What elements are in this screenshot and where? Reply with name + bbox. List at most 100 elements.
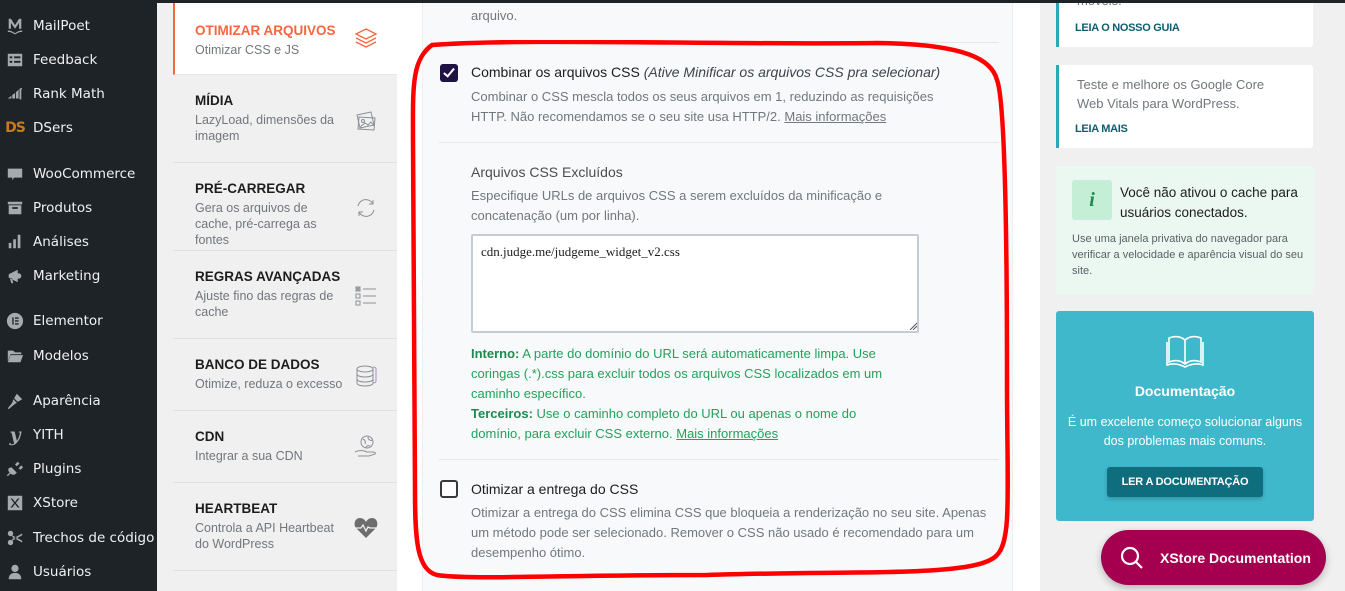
css-settings-panel: arquivo. Combinar os arquivos CSS (Ative… [422, 0, 1013, 591]
folder-icon [5, 346, 25, 366]
settings-nav: OTIMIZAR ARQUIVOS Otimizar CSS e JS MÍDI… [157, 0, 397, 591]
nav-item-cdn[interactable]: CDN Integrar a sua CDN [173, 411, 397, 483]
nav-item-regras-avancadas[interactable]: REGRAS AVANÇADAS Ajuste fino das regras … [173, 251, 397, 339]
nav-title: PRÉ-CARREGAR [195, 181, 306, 196]
notice-title: Você não ativou o cache para usuários co… [1120, 185, 1298, 220]
menu-label: Usuários [33, 564, 92, 580]
core-web-vitals-text: Teste e melhore os Google Core Web Vital… [1077, 77, 1265, 111]
brush-icon [5, 391, 25, 411]
products-icon [5, 198, 25, 218]
menu-label: Aparência [33, 393, 101, 409]
nav-subtitle: LazyLoad, dimensões da imagem [195, 113, 334, 143]
menu-label: MailPoet [33, 18, 90, 34]
nav-subtitle: Otimizar CSS e JS [195, 43, 300, 57]
guide-card: móveis. LEIA O NOSSO GUIA [1056, 0, 1313, 47]
excluded-css-textarea[interactable]: cdn.judge.me/judgeme_widget_v2.css [471, 234, 919, 333]
optimize-css-delivery-label[interactable]: Otimizar a entrega do CSS [471, 481, 638, 497]
menu-label: XStore [33, 495, 78, 511]
textarea-resize-handle[interactable] [909, 322, 917, 330]
nav-subtitle: Controla a API Heartbeat do WordPress [195, 521, 334, 551]
rank-math-icon [5, 84, 25, 104]
nav-title: HEARTBEAT [195, 501, 278, 516]
wp-admin-sidebar: MailPoet Feedback Rank Math DS DSers Woo… [0, 0, 157, 591]
menu-item-plugins[interactable]: Plugins [0, 454, 157, 484]
admin-top-bar [0, 0, 1345, 3]
excluded-css-help: Interno: A parte do domínio do URL será … [471, 344, 901, 444]
menu-item-elementor[interactable]: Elementor [0, 306, 157, 336]
menu-item-analises[interactable]: Análises [0, 227, 157, 257]
documentation-title: Documentação [1134, 383, 1236, 399]
menu-label: Trechos de código [33, 530, 155, 546]
menu-item-dsers[interactable]: DS DSers [0, 113, 157, 143]
search-icon [1120, 546, 1143, 569]
previous-option-text: arquivo. [471, 8, 518, 23]
menu-item-usuarios[interactable]: Usuários [0, 557, 157, 587]
help-internal-text: A parte do domínio do URL será automatic… [471, 346, 883, 401]
menu-label: Elementor [33, 313, 103, 329]
nav-item-pre-carregar[interactable]: PRÉ-CARREGAR Gera os arquivos de cache, … [173, 163, 397, 251]
analytics-icon [5, 232, 25, 252]
documentation-card: Documentação É um excelente começo soluc… [1056, 311, 1314, 521]
book-icon [1166, 335, 1204, 368]
menu-label: Marketing [33, 268, 101, 284]
nav-item-midia[interactable]: MÍDIA LazyLoad, dimensões da imagem [173, 75, 397, 163]
refresh-icon [353, 195, 379, 221]
menu-item-yith[interactable]: y YITH [0, 420, 157, 450]
logged-in-cache-notice: i Você não ativou o cache para usuários … [1056, 165, 1314, 295]
menu-item-mailpoet[interactable]: MailPoet [0, 11, 157, 41]
xstore-icon [5, 493, 25, 513]
nav-subtitle: Ajuste fino das regras de cache [195, 289, 334, 319]
combine-css-label-note: (Ative Minificar os arquivos CSS pra sel… [643, 64, 941, 80]
menu-item-aparencia[interactable]: Aparência [0, 386, 157, 416]
nav-title: MÍDIA [195, 93, 234, 108]
excluded-css-more-info-link[interactable]: Mais informações [676, 426, 778, 441]
nav-item-heartbeat[interactable]: HEARTBEAT Controla a API Heartbeat do Wo… [173, 483, 397, 571]
menu-item-xstore[interactable]: XStore [0, 488, 157, 518]
nav-subtitle: Integrar a sua CDN [195, 449, 303, 463]
help-internal-label: Interno: [471, 346, 520, 361]
combine-css-checkbox[interactable] [440, 64, 458, 82]
excluded-css-description: Especifique URLs de arquivos CSS a serem… [471, 188, 883, 223]
menu-item-feedback[interactable]: Feedback [0, 45, 157, 75]
nav-subtitle: Otimize, reduza o excesso [195, 377, 343, 391]
plug-icon [5, 459, 25, 479]
menu-item-produtos[interactable]: Produtos [0, 193, 157, 223]
combine-css-more-info-link[interactable]: Mais informações [784, 109, 886, 124]
globe-hand-icon [353, 433, 379, 459]
menu-label: Análises [33, 234, 89, 250]
menu-item-modelos[interactable]: Modelos [0, 341, 157, 371]
menu-label: Feedback [33, 52, 98, 68]
menu-label: Plugins [33, 461, 82, 477]
nav-item-banco-de-dados[interactable]: BANCO DE DADOS Otimize, reduza o excesso [173, 339, 397, 411]
layers-icon [353, 26, 379, 52]
menu-item-rank-math[interactable]: Rank Math [0, 79, 157, 109]
menu-label: YITH [33, 427, 64, 443]
combine-css-label[interactable]: Combinar os arquivos CSS (Ative Minifica… [471, 64, 940, 80]
feedback-icon [5, 50, 25, 70]
combine-css-label-text: Combinar os arquivos CSS [471, 64, 640, 80]
images-icon [353, 108, 379, 134]
heartbeat-icon [353, 515, 379, 541]
menu-item-trechos-de-codigo[interactable]: Trechos de código [0, 523, 157, 553]
nav-title: REGRAS AVANÇADAS [195, 269, 341, 284]
documentation-text: É um excelente começo solucionar alguns … [1067, 415, 1303, 448]
divider [439, 42, 999, 43]
woocommerce-icon [5, 164, 25, 184]
menu-item-marketing[interactable]: Marketing [0, 261, 157, 291]
combine-css-description: Combinar o CSS mescla todos os seus arqu… [471, 87, 971, 127]
menu-label: WooCommerce [33, 166, 136, 182]
divider [439, 459, 999, 460]
menu-item-woocommerce[interactable]: WooCommerce [0, 159, 157, 189]
info-icon: i [1072, 180, 1112, 220]
read-guide-link[interactable]: LEIA O NOSSO GUIA [1075, 22, 1180, 34]
read-documentation-button[interactable]: LER A DOCUMENTAÇÃO [1107, 467, 1263, 497]
xstore-documentation-button[interactable]: XStore Documentation [1101, 530, 1326, 585]
menu-label: DSers [33, 120, 73, 136]
help-third-label: Terceiros: [471, 406, 533, 421]
optimize-css-delivery-checkbox[interactable] [440, 480, 458, 498]
read-more-link[interactable]: LEIA MAIS [1075, 123, 1128, 135]
optimize-css-delivery-description: Otimizar a entrega do CSS elimina CSS qu… [471, 505, 987, 560]
right-sidebar: móveis. LEIA O NOSSO GUIA Teste e melhor… [1040, 0, 1345, 591]
nav-item-otimizar-arquivos[interactable]: OTIMIZAR ARQUIVOS Otimizar CSS e JS [173, 3, 397, 75]
divider [439, 142, 999, 143]
